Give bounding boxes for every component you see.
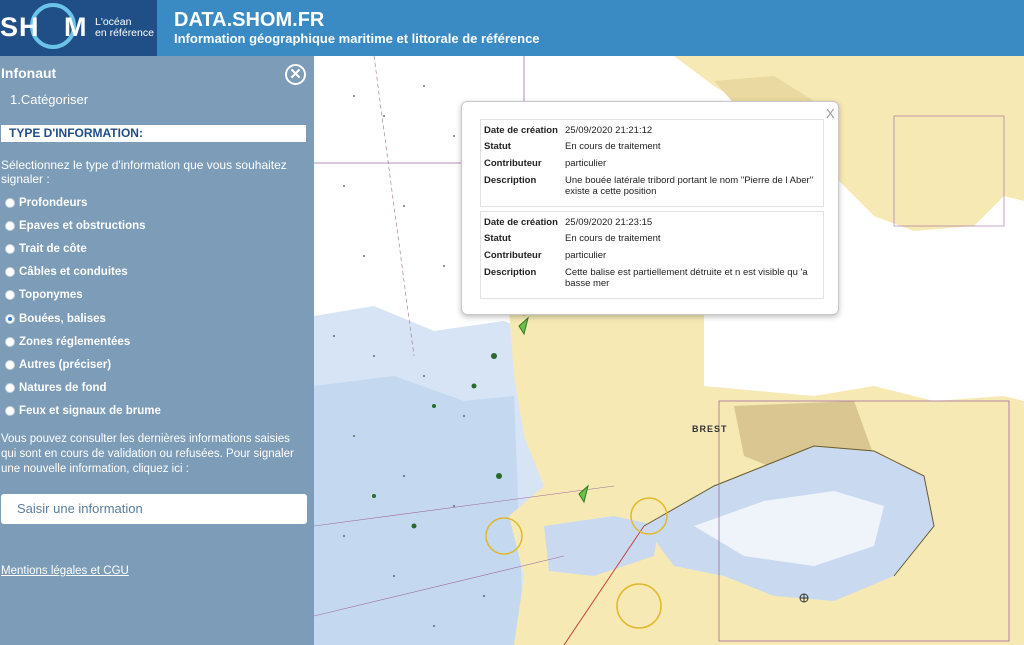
site-title[interactable]: DATA.SHOM.FR [174, 9, 324, 32]
option-zones-reglementees[interactable]: Zones réglementées [5, 330, 161, 353]
contributions-popup: X Date de création 25/09/2020 21:21:12 S… [461, 101, 839, 315]
radio-button[interactable] [5, 220, 15, 231]
record-key: Description [484, 267, 537, 278]
record-row: Contributeur particulier [481, 250, 823, 267]
record-value: Cette balise est partiellement détruite … [565, 267, 808, 289]
option-label: Zones réglementées [19, 335, 131, 348]
record-row: Description Cette balise est partielleme… [481, 267, 823, 289]
record-value: Une bouée latérale tribord portant le no… [565, 175, 814, 197]
infonaut-panel: Infonaut ✕ 1.Catégoriser TYPE D'INFORMAT… [0, 56, 314, 645]
option-label: Câbles et conduites [19, 266, 128, 279]
option-feux-signaux[interactable]: Feux et signaux de brume [5, 400, 161, 423]
panel-title: Infonaut [1, 65, 57, 81]
record-value: particulier [565, 250, 607, 261]
instructions-text: Sélectionnez le type d'information que v… [1, 158, 287, 186]
logo-text-right: M [64, 12, 87, 42]
site-subtitle: Information géographique maritime et lit… [174, 31, 540, 46]
record-row: Statut En cours de traitement [481, 233, 823, 250]
record-value: En cours de traitement [565, 233, 661, 244]
popup-close-button[interactable]: X [826, 106, 835, 121]
legal-link[interactable]: Mentions légales et CGU [1, 565, 129, 577]
option-label: Profondeurs [19, 196, 88, 209]
option-autres[interactable]: Autres (préciser) [5, 353, 161, 376]
option-bouees-balises[interactable]: Bouées, balises [5, 307, 161, 330]
logo-text-left: SH [0, 12, 40, 42]
option-toponymes[interactable]: Toponymes [5, 284, 161, 307]
saisir-information-button[interactable]: Saisir une information [1, 494, 307, 524]
radio-button[interactable] [5, 336, 15, 347]
close-panel-button[interactable]: ✕ [285, 64, 306, 85]
record-row: Date de création 25/09/2020 21:21:12 [481, 125, 823, 141]
record-key: Date de création [484, 217, 558, 228]
option-label: Trait de côte [19, 242, 87, 255]
option-label: Autres (préciser) [19, 358, 112, 371]
radio-button[interactable] [5, 359, 15, 370]
record-row: Statut En cours de traitement [481, 141, 823, 158]
record-row: Description Une bouée latérale tribord p… [481, 175, 823, 197]
option-label: Natures de fond [19, 382, 107, 395]
logo-tagline-line2: en référence [95, 27, 154, 39]
option-natures-de-fond[interactable]: Natures de fond [5, 377, 161, 400]
record-value: 25/09/2020 21:23:15 [565, 217, 653, 228]
record-row: Date de création 25/09/2020 21:23:15 [481, 217, 823, 233]
radio-button[interactable] [5, 290, 15, 301]
option-label: Bouées, balises [19, 312, 106, 325]
record-row: Contributeur particulier [481, 158, 823, 175]
record-key: Description [484, 175, 537, 186]
contribution-record: Date de création 25/09/2020 21:21:12 Sta… [480, 119, 824, 207]
contribution-record: Date de création 25/09/2020 21:23:15 Sta… [480, 211, 824, 299]
info-text: Vous pouvez consulter les dernières info… [1, 433, 294, 475]
option-label: Epaves et obstructions [19, 219, 146, 232]
radio-button[interactable] [5, 197, 15, 208]
site-header: SH M L'océan en référence DATA.SHOM.FR I… [0, 0, 1024, 56]
option-trait-de-cote[interactable]: Trait de côte [5, 237, 161, 260]
radio-button-selected[interactable] [5, 313, 15, 324]
radio-button[interactable] [5, 383, 15, 394]
step-label: 1.Catégoriser [10, 92, 89, 107]
record-key: Contributeur [484, 158, 542, 169]
shom-logo[interactable]: SH M L'océan en référence [0, 0, 157, 56]
option-label: Toponymes [19, 289, 83, 302]
information-type-list: Profondeurs Epaves et obstructions Trait… [5, 191, 161, 423]
record-value: En cours de traitement [565, 141, 661, 152]
record-key: Date de création [484, 125, 558, 136]
option-epaves[interactable]: Epaves et obstructions [5, 214, 161, 237]
logo-tagline: L'océan en référence [95, 17, 154, 39]
record-key: Statut [484, 233, 511, 244]
option-cables[interactable]: Câbles et conduites [5, 261, 161, 284]
brest-place-label: BREST [692, 424, 728, 434]
record-key: Contributeur [484, 250, 542, 261]
radio-button[interactable] [5, 267, 15, 278]
option-profondeurs[interactable]: Profondeurs [5, 191, 161, 214]
record-value: 25/09/2020 21:21:12 [565, 125, 653, 136]
record-key: Statut [484, 141, 511, 152]
option-label: Feux et signaux de brume [19, 405, 161, 418]
radio-button[interactable] [5, 406, 15, 417]
section-heading: TYPE D'INFORMATION: [1, 125, 306, 142]
record-value: particulier [565, 158, 607, 169]
radio-button[interactable] [5, 243, 15, 254]
